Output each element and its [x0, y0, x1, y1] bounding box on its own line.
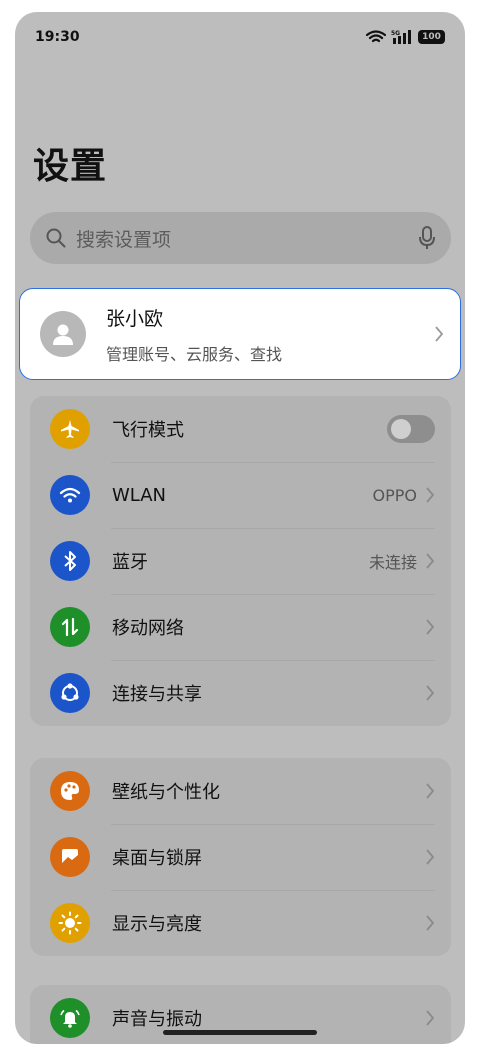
connection-sharing-label: 连接与共享: [112, 684, 202, 705]
wallpaper-row[interactable]: 壁纸与个性化: [30, 758, 451, 824]
wlan-label: WLAN: [112, 484, 167, 506]
airplane-mode-toggle[interactable]: [387, 415, 435, 443]
wlan-row[interactable]: WLAN OPPO: [30, 462, 451, 528]
bluetooth-label: 蓝牙: [112, 552, 148, 573]
phone-screen: 19:30 5G 100 设置 搜索设置项 张小欧 管理账号、云服务、查找 飞行…: [15, 12, 465, 1044]
account-card[interactable]: 张小欧 管理账号、云服务、查找: [19, 288, 461, 380]
wallpaper-label: 壁纸与个性化: [112, 782, 220, 803]
personalization-card: 壁纸与个性化 桌面与锁屏 显示与亮度: [30, 758, 451, 956]
user-icon: [53, 324, 73, 345]
bluetooth-value: 未连接: [368, 553, 417, 572]
cellular-signal-icon: 5G: [391, 30, 411, 44]
avatar: [40, 311, 86, 357]
airplane-icon: [50, 409, 90, 449]
bluetooth-row[interactable]: 蓝牙 未连接: [30, 528, 451, 594]
image-icon: [50, 837, 90, 877]
bell-icon: [50, 998, 90, 1038]
mobile-network-row[interactable]: 移动网络: [30, 594, 451, 660]
search-icon: [46, 228, 66, 248]
home-lock-screen-label: 桌面与锁屏: [112, 848, 202, 869]
page-title: 设置: [33, 146, 108, 187]
home-indicator[interactable]: [163, 1030, 317, 1035]
chevron-right-icon: [426, 487, 435, 503]
wifi-icon: [50, 475, 90, 515]
account-name: 张小欧: [106, 307, 164, 330]
sun-icon: [50, 903, 90, 943]
chevron-right-icon: [426, 1010, 435, 1026]
sound-card: 声音与振动: [30, 985, 451, 1044]
sound-vibration-row[interactable]: 声音与振动: [30, 985, 451, 1044]
mobile-network-label: 移动网络: [112, 618, 184, 639]
bluetooth-icon: [50, 541, 90, 581]
airplane-mode-label: 飞行模式: [112, 420, 184, 441]
chevron-right-icon: [426, 915, 435, 931]
palette-icon: [50, 771, 90, 811]
chevron-right-icon: [426, 849, 435, 865]
sound-vibration-label: 声音与振动: [112, 1009, 202, 1030]
search-placeholder: 搜索设置项: [76, 228, 172, 251]
microphone-icon[interactable]: [419, 226, 435, 250]
connection-sharing-row[interactable]: 连接与共享: [30, 660, 451, 726]
search-bar[interactable]: 搜索设置项: [30, 212, 451, 264]
chevron-right-icon: [426, 619, 435, 635]
chevron-right-icon: [426, 685, 435, 701]
chevron-right-icon: [435, 326, 444, 342]
status-icons: 5G 100: [366, 29, 445, 45]
airplane-mode-row[interactable]: 飞行模式: [30, 396, 451, 462]
status-bar: 19:30 5G 100: [15, 12, 465, 62]
display-brightness-label: 显示与亮度: [112, 914, 202, 935]
home-lock-screen-row[interactable]: 桌面与锁屏: [30, 824, 451, 890]
display-brightness-row[interactable]: 显示与亮度: [30, 890, 451, 956]
connectivity-card: 飞行模式 WLAN OPPO 蓝牙 未连接 移动网络 连接与共享: [30, 396, 451, 726]
chevron-right-icon: [426, 783, 435, 799]
wifi-signal-icon: [366, 30, 386, 43]
wlan-value: OPPO: [372, 485, 417, 505]
chevron-right-icon: [426, 553, 435, 569]
account-subtitle: 管理账号、云服务、查找: [106, 344, 283, 364]
mobile-data-icon: [50, 607, 90, 647]
network-type-label: 5G: [391, 30, 400, 37]
share-icon: [50, 673, 90, 713]
battery-icon: 100: [418, 30, 445, 44]
status-time: 19:30: [35, 29, 80, 45]
